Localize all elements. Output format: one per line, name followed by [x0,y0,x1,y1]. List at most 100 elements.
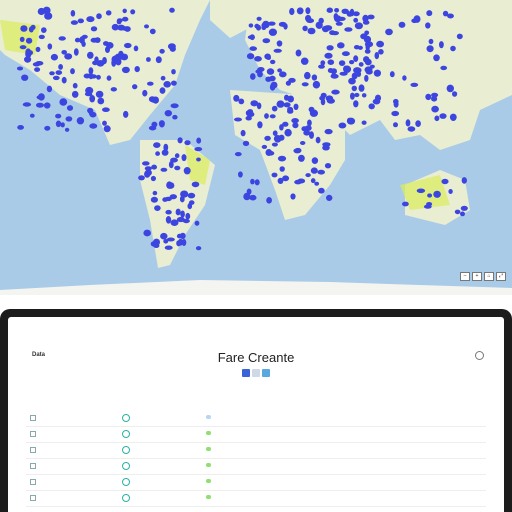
map-marker[interactable] [347,117,352,124]
map-marker[interactable] [268,28,277,36]
map-marker[interactable] [391,110,400,117]
map-marker[interactable] [166,237,175,242]
map-marker[interactable] [196,157,201,162]
map-marker[interactable] [195,246,202,251]
map-marker[interactable] [177,137,183,144]
map-marker[interactable] [415,120,421,127]
map-marker[interactable] [170,103,179,109]
map-marker[interactable] [318,187,325,194]
map-marker[interactable] [150,175,156,182]
map-marker[interactable] [256,16,262,21]
map-marker[interactable] [254,56,262,62]
map-marker[interactable] [305,14,312,22]
map-marker[interactable] [407,126,416,132]
table-row[interactable] [8,475,504,491]
map-marker[interactable] [238,171,243,178]
map-marker[interactable] [163,81,171,88]
map-marker[interactable] [74,37,81,43]
map-marker[interactable] [439,41,444,49]
map-marker[interactable] [144,24,149,29]
map-marker[interactable] [318,17,324,24]
map-marker[interactable] [20,25,28,32]
status-icon[interactable] [122,494,130,502]
grid-icon[interactable] [242,369,250,377]
map-marker[interactable] [290,193,296,200]
map-marker[interactable] [402,201,409,207]
map-marker[interactable] [294,179,302,185]
map-marker[interactable] [305,7,311,15]
map-marker[interactable] [153,243,160,248]
map-marker[interactable] [246,111,255,118]
map-marker[interactable] [35,46,41,53]
map-marker[interactable] [187,192,196,199]
map-marker[interactable] [142,161,150,166]
map-marker[interactable] [267,151,275,156]
map-marker[interactable] [233,94,240,102]
map-marker[interactable] [303,130,311,136]
map-marker[interactable] [337,42,345,49]
map-marker[interactable] [28,26,34,33]
table-row[interactable] [8,411,504,427]
map-marker[interactable] [105,10,112,16]
map-marker[interactable] [122,16,129,22]
map-marker[interactable] [266,68,275,75]
map-marker[interactable] [160,232,168,240]
map-marker[interactable] [41,27,47,33]
map-marker[interactable] [431,105,439,113]
map-marker[interactable] [461,177,467,184]
map-marker[interactable] [312,80,321,89]
map-marker[interactable] [405,119,411,127]
map-marker[interactable] [262,38,271,44]
map-marker[interactable] [431,96,438,102]
map-marker[interactable] [368,103,375,110]
map-marker[interactable] [66,105,74,111]
map-marker[interactable] [185,212,191,220]
map-marker[interactable] [124,42,132,49]
map-marker[interactable] [254,23,260,29]
map-marker[interactable] [283,102,291,108]
map-marker[interactable] [423,204,432,209]
map-marker[interactable] [246,53,255,60]
map-marker[interactable] [314,181,320,186]
map-marker[interactable] [376,40,384,48]
table-row[interactable] [8,459,504,475]
map-marker[interactable] [106,75,112,81]
map-marker[interactable] [116,19,122,25]
map-marker[interactable] [302,25,308,32]
more-icon[interactable] [475,351,484,360]
map-marker[interactable] [268,21,276,26]
map-marker[interactable] [168,161,174,169]
map-marker[interactable] [364,58,372,66]
map-marker[interactable] [373,69,381,77]
map-marker[interactable] [354,92,360,98]
map-marker[interactable] [448,189,453,194]
map-marker[interactable] [324,163,332,169]
map-marker[interactable] [103,125,111,133]
map-marker[interactable] [29,113,35,118]
map-marker[interactable] [353,55,359,62]
map-marker[interactable] [130,9,136,15]
map-marker[interactable] [164,110,172,117]
map-marker[interactable] [338,122,347,129]
map-marker[interactable] [70,68,75,75]
map-marker[interactable] [425,22,431,29]
zoom-in-button[interactable]: + [472,272,482,281]
map-marker[interactable] [326,7,333,13]
map-marker[interactable] [358,62,364,67]
map-marker[interactable] [350,92,355,100]
map-marker[interactable] [143,229,151,237]
map-marker[interactable] [315,136,321,144]
map-marker[interactable] [277,177,284,184]
map-marker[interactable] [96,74,101,80]
map-marker[interactable] [329,30,336,36]
map-marker[interactable] [264,135,271,141]
map-marker[interactable] [292,122,299,129]
map-marker[interactable] [149,28,156,35]
map-marker[interactable] [238,98,245,105]
map-marker[interactable] [167,43,176,50]
map-marker[interactable] [269,114,276,119]
map-marker[interactable] [240,129,246,137]
map-marker[interactable] [341,51,350,57]
map-marker[interactable] [279,166,285,172]
map-marker[interactable] [320,60,326,66]
